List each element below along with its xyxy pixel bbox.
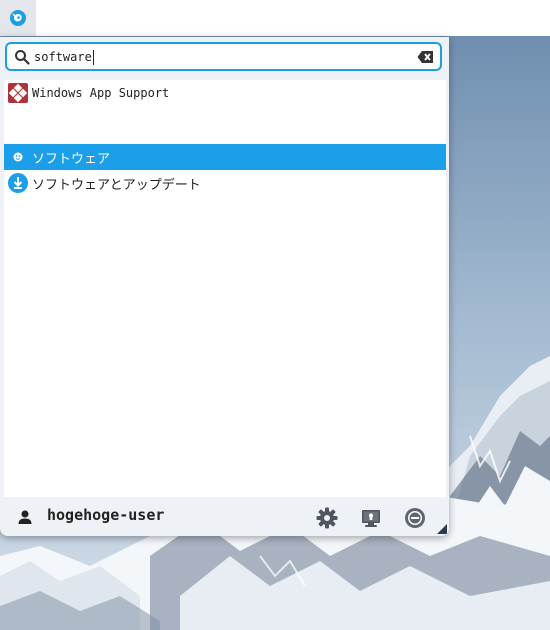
logout-icon[interactable] <box>404 507 426 529</box>
software-updates-icon <box>8 173 28 193</box>
lock-screen-icon[interactable] <box>360 507 382 529</box>
user-name: hogehoge-user <box>47 506 165 524</box>
app-menu-button[interactable] <box>0 0 36 36</box>
windows-app-support-icon <box>8 83 28 103</box>
result-label: ソフトウェアとアップデート <box>32 177 201 193</box>
result-label: ソフトウェア <box>32 151 111 167</box>
result-windows-app-support[interactable]: Windows App Support <box>4 80 446 106</box>
clear-text-icon[interactable] <box>417 50 434 64</box>
software-icon <box>8 147 28 167</box>
text-caret <box>92 50 94 65</box>
gear-icon[interactable] <box>316 507 338 529</box>
application-menu: software Windows App Support ソフトウェア ソフトウ… <box>0 37 449 536</box>
search-input-text: software <box>34 50 92 64</box>
result-label: Windows App Support <box>32 86 170 100</box>
app-menu-icon <box>10 10 26 26</box>
user-icon <box>18 510 32 524</box>
result-software[interactable]: ソフトウェア <box>4 144 446 170</box>
search-icon <box>15 50 30 65</box>
user-bar: hogehoge-user <box>0 497 449 536</box>
top-panel <box>0 0 550 36</box>
resize-grip-icon[interactable] <box>437 524 447 534</box>
search-results-list: Windows App Support ソフトウェア ソフトウェアとアップデート <box>4 80 446 533</box>
result-software-updates[interactable]: ソフトウェアとアップデート <box>4 170 446 196</box>
search-input[interactable]: software <box>34 48 404 67</box>
search-box[interactable]: software <box>5 42 442 71</box>
